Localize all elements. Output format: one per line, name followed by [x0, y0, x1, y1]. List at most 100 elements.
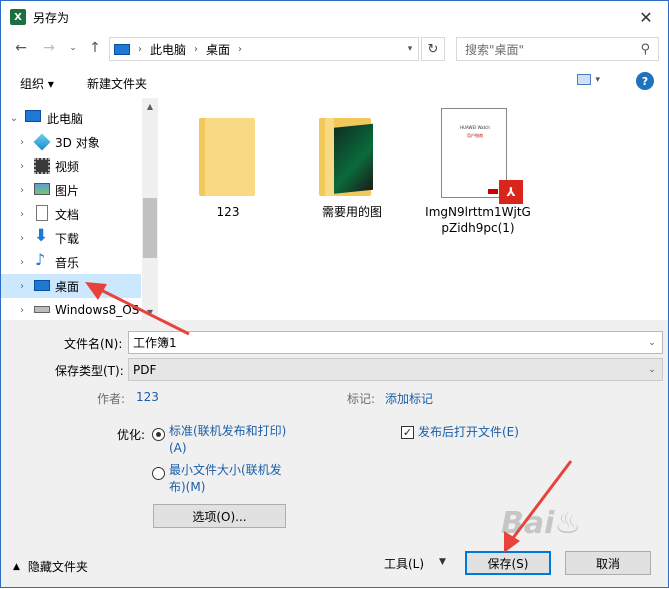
tree-item-downloads[interactable]: › ⬇ 下载: [1, 226, 141, 250]
author-label: 作者:: [97, 392, 126, 406]
filetype-value: PDF: [133, 362, 157, 377]
command-bar: 组织 ▾ 新建文件夹 ▾ ?: [1, 66, 668, 98]
scrollbar-thumb[interactable]: [143, 198, 157, 258]
tree-item-label: 下载: [55, 231, 80, 246]
chevron-right-icon[interactable]: ›: [17, 233, 27, 244]
documents-icon: [36, 205, 48, 221]
chevron-down-icon[interactable]: ▼: [439, 557, 446, 567]
tree-item-pictures[interactable]: › 图片: [1, 178, 141, 202]
tools-menu[interactable]: 工具(L): [384, 555, 424, 572]
file-item-pdf[interactable]: HUAWEI Watch 用户指南 ⅄ ImgN9lrttm1WjtGpZidh…: [422, 98, 532, 248]
arrow-up-icon: ↑: [89, 40, 101, 56]
drive-icon: [34, 306, 50, 313]
save-as-dialog: X 另存为 ✕ ← → ⌄ ↑ › 此电脑 › 桌面 › ▾ ↻ 搜索"桌面" …: [0, 0, 669, 588]
hide-folders-toggle[interactable]: ▲ 隐藏文件夹: [13, 558, 88, 575]
filetype-select[interactable]: PDF ⌄: [128, 358, 663, 381]
file-item-label: ImgN9lrttm1WjtGpZidh9pc(1): [425, 205, 531, 235]
chevron-down-icon[interactable]: ⌄: [642, 332, 662, 353]
chevron-right-icon[interactable]: ›: [17, 185, 27, 196]
baidu-watermark: Bai♨: [501, 506, 582, 541]
save-button[interactable]: 保存(S): [465, 551, 551, 575]
navigation-pane: ⌄ 此电脑 › 3D 对象 › 视频 › 图片 › 文档 › ⬇ 下载 › ♪ …: [1, 98, 158, 320]
search-icon: ⚲: [640, 42, 650, 57]
close-icon: ✕: [639, 7, 653, 27]
tree-item-music[interactable]: › ♪ 音乐: [1, 250, 141, 274]
open-after-publish-label[interactable]: 发布后打开文件(E): [418, 424, 519, 441]
scroll-down-icon[interactable]: ▼: [142, 304, 158, 320]
filename-value: 工作簿1: [133, 336, 177, 350]
tree-item-label: 3D 对象: [55, 135, 100, 150]
chevron-down-icon[interactable]: ⌄: [9, 113, 19, 124]
filetype-label: 保存类型(T):: [55, 364, 124, 378]
filename-label: 文件名(N):: [64, 337, 123, 351]
folder-icon: [199, 118, 255, 196]
hide-folders-label: 隐藏文件夹: [27, 560, 88, 574]
up-button[interactable]: ↑: [87, 40, 103, 56]
chevron-right-icon[interactable]: ›: [17, 209, 27, 220]
tree-item-label: 此电脑: [47, 111, 84, 126]
tree-item-windows8-os[interactable]: › Windows8_OS: [1, 298, 141, 320]
music-icon: ♪: [35, 250, 46, 269]
pdf-icon: ⅄: [499, 180, 523, 204]
dialog-footer: ▲ 隐藏文件夹 工具(L) ▼ 保存(S) 取消: [1, 541, 668, 587]
navigation-scrollbar[interactable]: ▲ ▼: [142, 98, 158, 320]
address-bar[interactable]: › 此电脑 › 桌面 ›: [109, 37, 419, 61]
organize-menu[interactable]: 组织 ▾: [20, 75, 54, 92]
chevron-right-icon[interactable]: ›: [17, 305, 27, 316]
search-input[interactable]: 搜索"桌面" ⚲: [456, 37, 659, 61]
forward-button[interactable]: →: [41, 40, 57, 56]
video-icon: [34, 158, 50, 174]
file-item-folder-images[interactable]: 需要用的图: [297, 98, 407, 238]
chevron-right-icon[interactable]: ›: [17, 137, 27, 148]
pictures-icon: [34, 183, 50, 195]
title-bar: X 另存为 ✕: [1, 1, 668, 32]
tree-item-this-pc[interactable]: ⌄ 此电脑: [1, 106, 141, 130]
pc-icon: [114, 43, 130, 55]
tree-item-3d-objects[interactable]: › 3D 对象: [1, 130, 141, 154]
address-history-button[interactable]: ▾: [401, 37, 419, 61]
file-item-label: 需要用的图: [321, 205, 382, 219]
scroll-up-icon[interactable]: ▲: [142, 98, 158, 114]
back-button[interactable]: ←: [13, 40, 29, 56]
tags-label: 标记:: [347, 392, 376, 406]
tree-item-desktop[interactable]: › 桌面: [1, 274, 141, 298]
tree-item-videos[interactable]: › 视频: [1, 154, 141, 178]
filename-field[interactable]: 工作簿1 ⌄: [128, 331, 663, 354]
file-item-folder-123[interactable]: 123: [173, 98, 283, 238]
refresh-icon: ↻: [427, 41, 439, 57]
arrow-left-icon: ←: [15, 40, 27, 56]
optimize-standard-label[interactable]: 标准(联机发布和打印) (A): [169, 423, 286, 457]
open-after-publish-checkbox[interactable]: ✓: [401, 426, 414, 439]
chevron-right-icon[interactable]: ›: [17, 281, 27, 292]
tree-item-documents[interactable]: › 文档: [1, 202, 141, 226]
chevron-right-icon[interactable]: ›: [17, 161, 27, 172]
breadcrumb-this-pc[interactable]: 此电脑: [150, 41, 186, 58]
optimize-minimum-label[interactable]: 最小文件大小(联机发 布)(M): [169, 462, 282, 496]
3d-objects-icon: [33, 133, 51, 151]
tags-field[interactable]: 添加标记: [385, 390, 433, 407]
chevron-down-icon: ▾: [595, 74, 600, 85]
chevron-right-icon: ›: [238, 43, 243, 55]
chevron-right-icon: ›: [194, 43, 199, 55]
pdf-thumbnail: HUAWEI Watch 用户指南: [441, 108, 507, 198]
chevron-right-icon[interactable]: ›: [17, 257, 27, 268]
file-item-label: 123: [216, 205, 240, 219]
arrow-right-icon: →: [43, 40, 55, 56]
checkmark-icon: ✓: [402, 426, 413, 439]
breadcrumb-desktop[interactable]: 桌面: [206, 41, 230, 58]
close-button[interactable]: ✕: [632, 5, 660, 29]
optimize-minimum-radio[interactable]: [152, 467, 165, 480]
download-icon: ⬇: [34, 226, 49, 246]
new-folder-button[interactable]: 新建文件夹: [87, 75, 147, 92]
optimize-standard-radio[interactable]: [152, 428, 165, 441]
chevron-up-icon: ▲: [13, 561, 20, 572]
cancel-button[interactable]: 取消: [565, 551, 651, 575]
refresh-button[interactable]: ↻: [421, 37, 445, 61]
tree-item-label: 图片: [55, 183, 80, 198]
author-field[interactable]: 123: [136, 390, 159, 404]
recent-locations-button[interactable]: ⌄: [65, 40, 81, 56]
change-view-button[interactable]: ▾: [577, 74, 600, 85]
tree-item-label: Windows8_OS: [55, 303, 140, 317]
help-button[interactable]: ?: [636, 72, 654, 90]
options-button[interactable]: 选项(O)...: [153, 504, 286, 528]
